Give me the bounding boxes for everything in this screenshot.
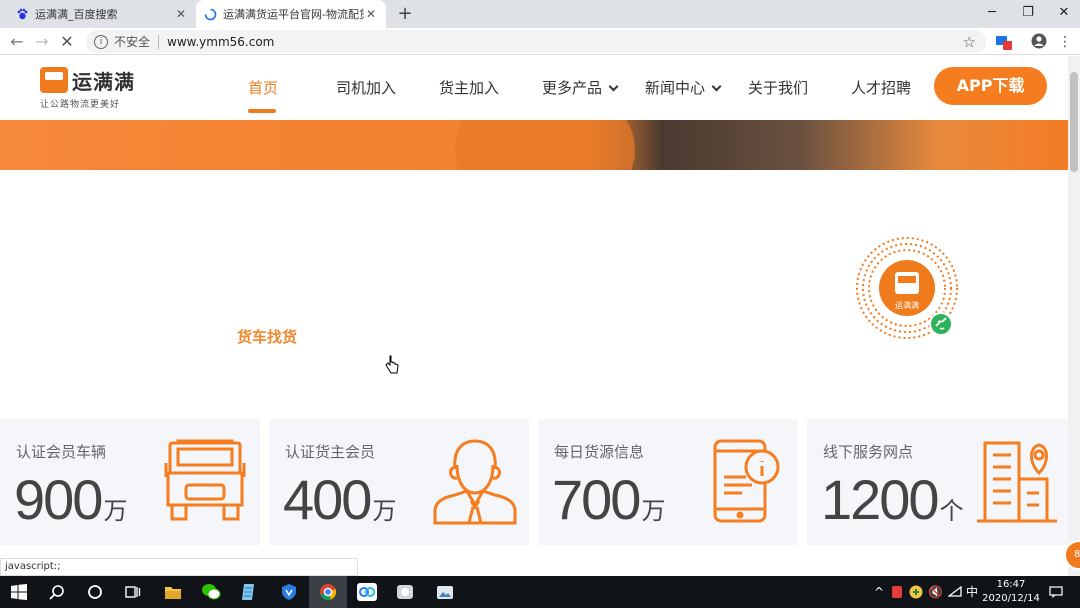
minimize-icon[interactable]: ─ [974,0,1010,28]
baidu-paw-icon [17,8,28,19]
stat-card-vehicles: 认证会员车辆 900万 [0,419,260,545]
tab-close-icon[interactable]: ✕ [174,7,188,21]
tab-title: 运满满_百度搜索 [35,8,118,21]
task-view-icon[interactable] [114,576,152,608]
stat-label: 认证会员车辆 [16,443,107,461]
stat-value: 1200个 [821,468,964,531]
image-viewer-icon[interactable] [426,576,464,608]
nav-shipper-join[interactable]: 货主加入 [439,77,499,98]
kebab-menu-icon[interactable]: ⋮ [1056,33,1074,51]
wechat-icon[interactable] [192,576,230,608]
site-header: 运满满 让公路物流更美好 首页 司机加入 货主加入 更多产品 新闻中心 关于我们… [0,56,1068,120]
url-text[interactable]: www.ymm56.com [167,35,963,49]
stat-label: 每日货源信息 [554,443,645,461]
windows-start-icon[interactable] [0,576,38,608]
address-bar[interactable]: i 不安全 www.ymm56.com ☆ [86,30,986,53]
browser-tab-strip: 运满满_百度搜索 ✕ 运满满货运平台官网-物流配货,货 ✕ + ─ ❐ ✕ [0,0,1080,28]
logo-name: 运满满 [72,70,135,94]
restore-icon[interactable]: ❐ [1010,0,1046,28]
bookmark-star-icon[interactable]: ☆ [963,33,976,51]
stat-card-shippers: 认证货主会员 400万 [269,419,529,545]
stat-value: 900万 [14,468,128,531]
page-scrollbar[interactable] [1068,56,1080,576]
nav-label: 新闻中心 [645,79,706,97]
stat-value: 400万 [283,468,397,531]
action-center-icon[interactable] [1046,576,1066,608]
tray-app-icon[interactable] [890,576,904,608]
new-tab-button[interactable]: + [394,3,416,25]
translate-extension-icon[interactable] [995,33,1013,51]
stat-value: 700万 [552,468,666,531]
phone-info-icon [713,439,780,523]
network-icon[interactable] [947,576,962,608]
status-bar-hint: javascript:; [0,558,358,576]
nav-more-products[interactable]: 更多产品 [542,77,619,98]
loading-spinner-icon [204,8,217,20]
chrome-icon[interactable] [309,576,347,608]
notepad-app-icon[interactable] [230,576,268,608]
mini-program-qr-code[interactable]: 运满满 [852,236,962,340]
tab-close-icon[interactable]: ✕ [364,7,378,21]
stop-loading-icon[interactable]: ✕ [56,31,78,53]
tab-title: 运满满货运平台官网-物流配货,货 [223,8,364,21]
chevron-down-icon [711,81,722,92]
system-clock[interactable]: 16:47 2020/12/14 [978,578,1044,606]
site-logo[interactable]: 运满满 让公路物流更美好 [40,66,140,110]
nav-home[interactable]: 首页 [248,77,278,98]
info-icon[interactable]: i [94,34,108,49]
building-location-icon [977,441,1057,523]
tab-ymm-official[interactable]: 运满满货运平台官网-物流配货,货 ✕ [196,0,386,28]
truck-icon [164,439,246,521]
tray-security-icon[interactable] [908,576,924,608]
file-explorer-icon[interactable] [154,576,192,608]
nav-careers[interactable]: 人才招聘 [851,77,911,98]
logo-slogan: 让公路物流更美好 [40,100,121,110]
nav-about-us[interactable]: 关于我们 [748,77,808,98]
nav-label: 更多产品 [542,79,603,97]
clock-time: 16:47 [996,579,1026,590]
back-arrow-icon[interactable]: ← [6,31,28,53]
vpn-app-icon[interactable] [270,576,308,608]
truck-logo-icon [40,67,68,93]
baidu-netdisk-icon[interactable] [348,576,386,608]
businessman-icon [433,439,517,525]
security-label[interactable]: 不安全 [114,33,150,50]
qq-app-icon[interactable] [386,576,424,608]
stat-label: 线下服务网点 [823,443,914,461]
tray-expand-icon[interactable]: ^ [872,576,886,608]
nav-news-center[interactable]: 新闻中心 [645,77,722,98]
hero-label[interactable]: 货车找货 [237,326,297,347]
search-icon[interactable] [38,576,76,608]
hero-banner-image [0,120,1068,170]
stat-card-cargo-info: 每日货源信息 700万 [538,419,798,545]
stat-card-service-points: 线下服务网点 1200个 [807,419,1068,545]
profile-avatar-icon[interactable] [1030,33,1048,51]
browser-toolbar: ← → ✕ i 不安全 www.ymm56.com ☆ ⋮ [0,28,1080,55]
scrollbar-thumb[interactable] [1070,72,1078,172]
stat-label: 认证货主会员 [285,443,376,461]
volume-mute-icon[interactable]: 🔇 [928,576,943,608]
qr-label: 运满满 [895,300,919,310]
divider [158,34,160,49]
nav-driver-join[interactable]: 司机加入 [336,77,396,98]
app-download-button[interactable]: APP下载 [934,67,1047,105]
close-window-icon[interactable]: ✕ [1046,0,1080,28]
hand-pointer-cursor-icon [385,355,399,374]
chevron-down-icon [608,81,619,92]
cortana-icon[interactable] [76,576,114,608]
windows-taskbar: ^ 🔇 中 16:47 2020/12/14 [0,576,1080,608]
nav-active-indicator [248,109,276,113]
forward-arrow-icon[interactable]: → [31,31,53,53]
tab-baidu-search[interactable]: 运满满_百度搜索 ✕ [8,0,196,28]
clock-date: 2020/12/14 [982,593,1040,604]
